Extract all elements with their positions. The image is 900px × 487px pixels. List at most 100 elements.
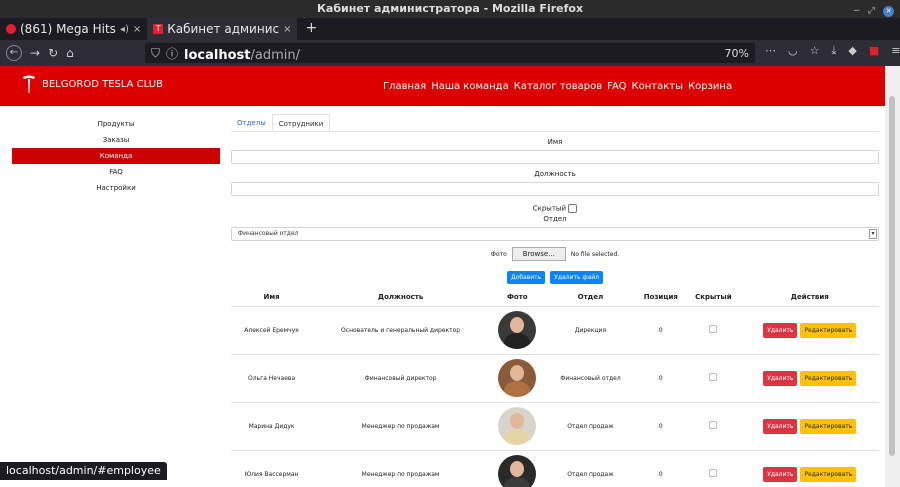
employee-order: 0 [635,401,687,450]
department-select-value: Финансовый отдел [238,230,299,237]
forward-icon[interactable]: → [30,46,40,60]
hidden-checkbox[interactable] [709,469,718,478]
menu-item-home[interactable]: Главная [383,81,426,92]
youtube-extension-icon[interactable]: ■ [869,44,879,58]
tab-youtube[interactable]: (861) Mega Hits ◂) × [0,18,147,40]
edit-button[interactable]: Редактировать [800,322,857,338]
employee-name: Ольга Нечаева [231,353,313,402]
chevron-down-icon: ▾ [869,229,877,239]
employees-table: Имя Должность Фото Отдел Позиция Скрытый… [231,288,879,487]
col-name: Имя [231,288,313,307]
edit-button[interactable]: Редактировать [800,370,857,386]
shield-icon[interactable]: ⛉ [151,46,160,61]
back-icon[interactable]: ← [6,45,22,61]
edit-button[interactable]: Редактировать [800,466,857,482]
bookmark-star-icon[interactable]: ☆ [810,44,820,58]
sidebar-item-settings[interactable]: Настройки [12,180,220,196]
scrollbar-thumb[interactable] [889,96,895,456]
url-path: /admin/ [250,47,301,63]
tab-label: Кабинет админис [167,22,280,36]
photo-field: Фото Browse... No file selected. [231,247,879,261]
photo-label: Фото [490,251,507,258]
menu-item-cart[interactable]: Корзина [688,81,732,92]
menu-item-contacts[interactable]: Контакты [632,81,683,92]
menu-icon[interactable]: ≡ [891,44,900,58]
hidden-field: Скрытый [231,204,879,213]
tab-close-icon[interactable]: × [283,24,291,35]
sidebar-item-faq[interactable]: FAQ [12,164,220,180]
tab-close-icon[interactable]: × [133,24,141,35]
pocket-icon[interactable]: ◡ [788,44,798,58]
url-bar[interactable]: ⛉ ⓘ localhost/admin/ 70% [145,43,755,63]
hidden-label: Скрытый [532,204,566,213]
employee-position: Менеджер по продажам [312,449,490,487]
download-icon[interactable]: ⤓ [831,44,836,58]
tab-bar: (861) Mega Hits ◂) × T Кабинет админис ×… [0,18,900,40]
position-label: Должность [534,170,576,178]
speaker-icon[interactable]: ◂) [120,24,129,35]
new-tab-button[interactable]: + [297,18,325,40]
tesla-logo-icon[interactable] [22,74,36,94]
browse-button[interactable]: Browse... [511,247,566,261]
delete-button[interactable]: Удалить [763,370,798,386]
brand-name[interactable]: BELGOROD TESLA CLUB [42,79,163,90]
employee-photo [498,407,537,445]
extension-icon[interactable]: ◆ [848,44,856,58]
delete-button[interactable]: Удалить [763,322,798,338]
close-window-icon[interactable]: ✕ [883,5,894,17]
sidebar-item-team[interactable]: Команда [12,148,220,164]
hidden-checkbox[interactable] [709,421,718,429]
employee-name: Марина Дидук [231,401,313,450]
col-order: Позиция [635,288,687,307]
admin-main: Отделы Сотрудники Имя Должность Скрытый … [231,114,879,487]
position-input[interactable] [231,182,879,196]
url-host: localhost [184,47,251,63]
col-hidden: Скрытый [686,288,741,307]
zoom-level[interactable]: 70% [725,47,749,60]
sidebar-item-products[interactable]: Продукты [12,116,220,132]
delete-file-button[interactable]: Удалить файл [550,271,603,284]
hidden-checkbox[interactable] [568,204,578,213]
home-icon[interactable]: ⌂ [66,46,74,60]
col-department: Отдел [545,288,636,307]
tab-label: (861) Mega Hits [20,22,116,36]
menu-item-catalog[interactable]: Каталог товаров [514,81,602,92]
table-row: Алексей Еремчук Основатель и генеральный… [231,305,879,354]
name-label: Имя [547,138,563,146]
delete-button[interactable]: Удалить [763,466,798,482]
add-button[interactable]: Добавить [507,271,546,284]
col-position: Должность [312,288,490,307]
employee-position: Менеджер по продажам [312,401,490,450]
department-label: Отдел [543,215,567,223]
tab-departments[interactable]: Отделы [231,114,272,131]
info-icon[interactable]: ⓘ [166,45,178,62]
employee-name: Алексей Еремчук [231,305,313,354]
reload-icon[interactable]: ↻ [48,46,58,60]
form-buttons: Добавить Удалить файл [231,264,879,284]
department-select[interactable]: Финансовый отдел ▾ [231,227,879,241]
employee-photo [498,311,537,349]
tab-admin[interactable]: T Кабинет админис × [147,18,298,40]
menu-item-faq[interactable]: FAQ [607,81,626,92]
edit-button[interactable]: Редактировать [800,418,857,434]
employee-position: Финансовый директор [312,353,490,402]
hidden-checkbox[interactable] [709,373,718,381]
page-scrollbar[interactable] [885,66,900,487]
menu-item-team[interactable]: Наша команда [431,81,509,92]
window-title: Кабинет администратора - Mozilla Firefox [316,2,584,15]
youtube-icon [6,24,16,34]
more-icon[interactable]: ⋯ [765,44,776,58]
tab-employees[interactable]: Сотрудники [271,114,331,131]
delete-button[interactable]: Удалить [763,418,798,434]
navigation-toolbar: ← → ↻ ⌂ ⛉ ⓘ localhost/admin/ 70% ⋯ ◡ ☆ ⤓… [0,40,900,66]
name-input[interactable] [231,150,879,164]
hidden-checkbox[interactable] [709,325,718,333]
employee-name: Юлия Вассерман [231,449,313,487]
employee-photo [498,455,537,487]
table-row: Ольга Нечаева Финансовый директор Финанс… [231,353,879,402]
sidebar-item-orders[interactable]: Заказы [12,132,220,148]
window-titlebar: Кабинет администратора - Mozilla Firefox… [0,0,900,18]
file-status: No file selected. [570,251,620,258]
status-bar-url: localhost/admin/#employee [0,462,167,480]
tesla-favicon-icon: T [153,24,164,34]
